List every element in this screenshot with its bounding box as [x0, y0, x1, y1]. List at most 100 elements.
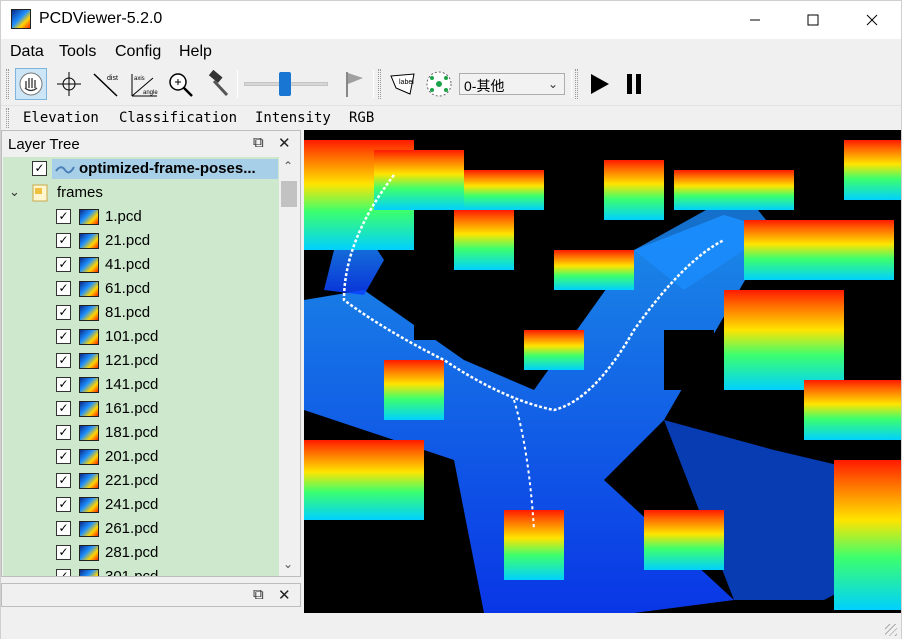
menu-data[interactable]: Data: [10, 43, 44, 61]
tree-root-row[interactable]: ✓ optimized-frame-poses...: [3, 157, 279, 181]
menu-tools[interactable]: Tools: [59, 43, 96, 61]
file-row[interactable]: ✓ 21.pcd: [3, 229, 279, 253]
pan-tool-button[interactable]: [15, 68, 47, 100]
classification-button[interactable]: Classification: [119, 110, 237, 126]
file-row[interactable]: ✓ 161.pcd: [3, 397, 279, 421]
file-row[interactable]: ✓ 201.pcd: [3, 445, 279, 469]
toolbar-grip-4[interactable]: [6, 108, 9, 128]
file-label: 201.pcd: [105, 448, 159, 465]
file-checkbox[interactable]: ✓: [56, 377, 71, 392]
file-label: 281.pcd: [105, 544, 159, 561]
float-panel-button-2[interactable]: ⧉: [253, 586, 264, 603]
pause-button[interactable]: [618, 68, 650, 100]
resize-grip-icon[interactable]: [885, 624, 897, 636]
file-row[interactable]: ✓ 81.pcd: [3, 301, 279, 325]
pcd-file-icon: [79, 305, 99, 321]
file-checkbox[interactable]: ✓: [56, 569, 71, 576]
play-button[interactable]: [583, 68, 615, 100]
bottom-dock-panel: ⧉ ✕: [1, 583, 301, 607]
file-row[interactable]: ✓ 241.pcd: [3, 493, 279, 517]
float-panel-button[interactable]: ⧉: [253, 134, 264, 151]
point-cloud-viewport[interactable]: [304, 130, 901, 613]
select-point-button[interactable]: [53, 68, 85, 100]
toolbar-grip[interactable]: [6, 69, 9, 99]
close-button[interactable]: [843, 1, 901, 39]
file-label: 101.pcd: [105, 328, 159, 345]
file-checkbox[interactable]: ✓: [56, 521, 71, 536]
file-checkbox[interactable]: ✓: [56, 425, 71, 440]
scroll-up-icon[interactable]: ⌃: [283, 159, 293, 173]
file-row[interactable]: ✓ 261.pcd: [3, 517, 279, 541]
close-panel-button-2[interactable]: ✕: [278, 586, 291, 604]
label-tool-button[interactable]: label: [387, 68, 419, 100]
play-icon: [591, 74, 609, 94]
pcd-file-icon: [79, 209, 99, 225]
app-icon: [11, 9, 31, 29]
class-select-value: 0-其他: [464, 78, 505, 94]
clear-button[interactable]: [201, 68, 233, 100]
elevation-button[interactable]: Elevation: [23, 110, 99, 126]
file-row[interactable]: ✓ 141.pcd: [3, 373, 279, 397]
file-checkbox[interactable]: ✓: [56, 401, 71, 416]
file-checkbox[interactable]: ✓: [56, 281, 71, 296]
file-checkbox[interactable]: ✓: [56, 257, 71, 272]
file-checkbox[interactable]: ✓: [56, 233, 71, 248]
layer-tree-title: Layer Tree: [8, 136, 80, 153]
pcd-file-icon: [79, 329, 99, 345]
pcd-file-icon: [79, 353, 99, 369]
file-label: 1.pcd: [105, 208, 142, 225]
file-label: 181.pcd: [105, 424, 159, 441]
folder-file-icon: [32, 184, 48, 202]
file-row[interactable]: ✓ 281.pcd: [3, 541, 279, 565]
minimize-button[interactable]: [726, 1, 784, 39]
file-checkbox[interactable]: ✓: [56, 329, 71, 344]
chevron-down-icon[interactable]: ⌄: [9, 184, 20, 200]
pcd-file-icon: [79, 497, 99, 513]
rgb-button[interactable]: RGB: [349, 110, 374, 126]
menu-config[interactable]: Config: [115, 43, 161, 61]
file-row[interactable]: ✓ 181.pcd: [3, 421, 279, 445]
file-label: 61.pcd: [105, 280, 151, 297]
file-checkbox[interactable]: ✓: [56, 305, 71, 320]
maximize-button[interactable]: [784, 1, 842, 39]
main-toolbar: dist axis angle label: [1, 65, 901, 103]
file-row[interactable]: ✓ 221.pcd: [3, 469, 279, 493]
file-row[interactable]: ✓ 101.pcd: [3, 325, 279, 349]
measure-distance-button[interactable]: dist: [90, 68, 122, 100]
file-row[interactable]: ✓ 301.pcd: [3, 565, 279, 576]
file-row[interactable]: ✓ 61.pcd: [3, 277, 279, 301]
intensity-button[interactable]: Intensity: [255, 110, 331, 126]
tree-group-row[interactable]: ⌄ frames: [3, 181, 279, 205]
measure-angle-button[interactable]: axis angle: [128, 68, 160, 100]
file-label: 241.pcd: [105, 496, 159, 513]
menu-help[interactable]: Help: [179, 43, 212, 61]
file-checkbox[interactable]: ✓: [56, 473, 71, 488]
class-select[interactable]: 0-其他 ⌄: [459, 73, 565, 95]
flag-button[interactable]: [338, 68, 370, 100]
pcd-file-icon: [79, 281, 99, 297]
close-panel-button[interactable]: ✕: [278, 134, 291, 152]
file-checkbox[interactable]: ✓: [56, 353, 71, 368]
pcd-file-icon: [79, 401, 99, 417]
layer-tree-header: Layer Tree ⧉ ✕: [2, 131, 300, 157]
file-row[interactable]: ✓ 41.pcd: [3, 253, 279, 277]
cluster-button[interactable]: [423, 68, 455, 100]
pcd-file-icon: [79, 569, 99, 576]
scrollbar-thumb[interactable]: [281, 181, 297, 207]
point-size-slider-thumb[interactable]: [279, 72, 291, 96]
file-checkbox[interactable]: ✓: [56, 545, 71, 560]
close-icon: [866, 14, 878, 26]
file-checkbox[interactable]: ✓: [56, 497, 71, 512]
cluster-icon: [426, 71, 452, 97]
file-row[interactable]: ✓ 121.pcd: [3, 349, 279, 373]
file-checkbox[interactable]: ✓: [56, 449, 71, 464]
zoom-button[interactable]: [164, 68, 196, 100]
file-row[interactable]: ✓ 1.pcd: [3, 205, 279, 229]
file-checkbox[interactable]: ✓: [56, 209, 71, 224]
root-checkbox[interactable]: ✓: [32, 161, 47, 176]
tree-scrollbar[interactable]: ⌃ ⌄: [279, 157, 299, 576]
scroll-down-icon[interactable]: ⌄: [283, 557, 293, 571]
toolbar-grip-3[interactable]: [575, 69, 578, 99]
toolbar-grip-2[interactable]: [378, 69, 381, 99]
pcd-file-icon: [79, 545, 99, 561]
